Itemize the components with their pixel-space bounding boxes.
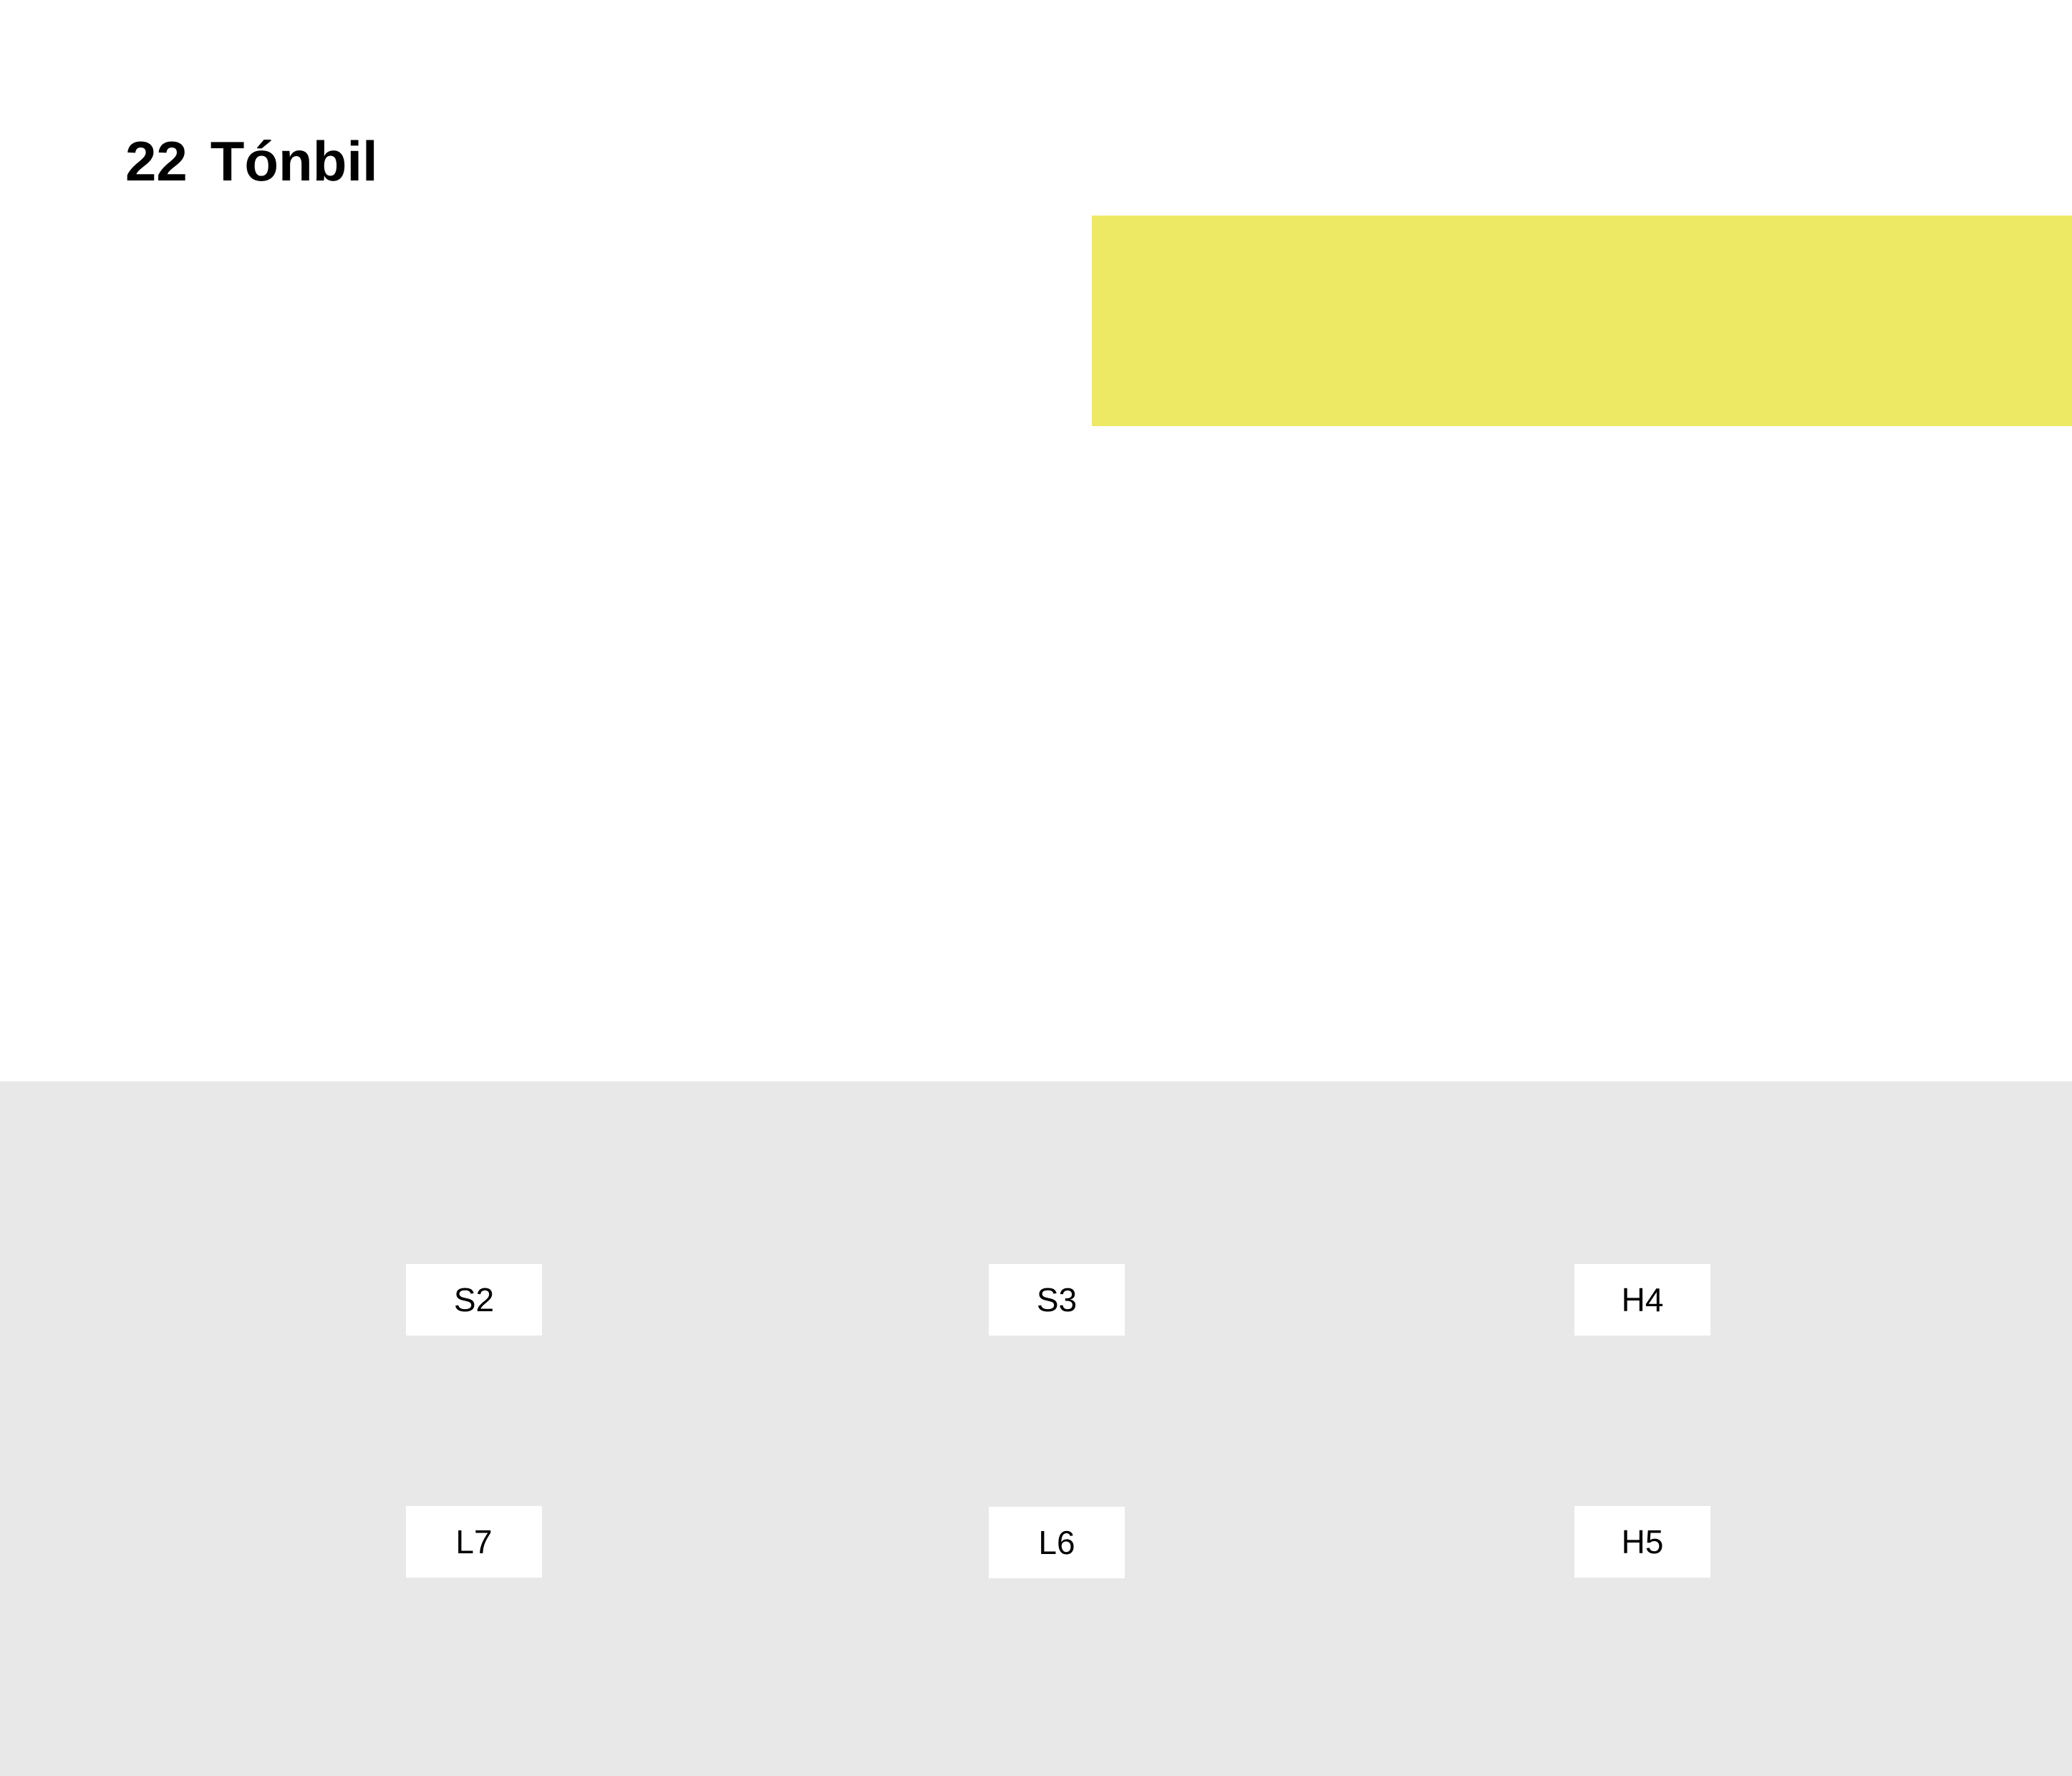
choice-button-h4[interactable]: H4 — [1574, 1264, 1710, 1336]
choice-button-s3[interactable]: S3 — [989, 1264, 1125, 1336]
question-number: 22 — [125, 130, 188, 193]
choice-button-h5[interactable]: H5 — [1574, 1506, 1710, 1578]
yellow-banner — [1092, 216, 2072, 426]
choice-button-s2[interactable]: S2 — [406, 1264, 542, 1336]
choice-button-l7[interactable]: L7 — [406, 1506, 542, 1578]
choice-button-l6[interactable]: L6 — [989, 1507, 1125, 1578]
question-title: Tónbil — [210, 130, 378, 193]
answer-area — [0, 1081, 2072, 1776]
page-title: 22 Tónbil — [125, 122, 378, 201]
